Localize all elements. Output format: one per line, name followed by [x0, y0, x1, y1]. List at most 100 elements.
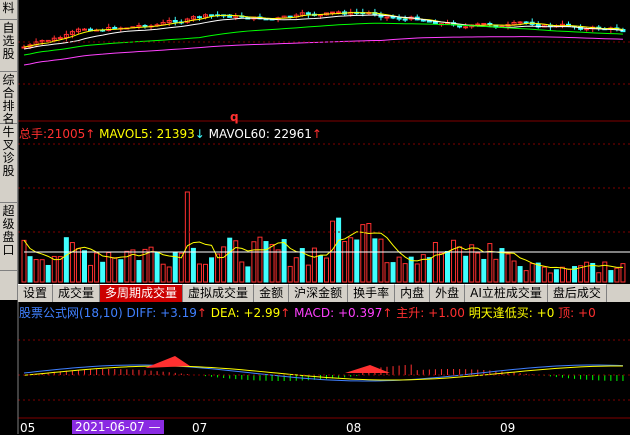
tab-8[interactable]: 外盘: [430, 284, 466, 302]
volume-bar: [324, 257, 329, 283]
tab-6[interactable]: 换手率: [348, 284, 396, 302]
price-candles: [21, 8, 626, 66]
candle-body: [463, 26, 469, 29]
volume-bar: [481, 258, 487, 283]
macd-highlight: [345, 365, 390, 373]
x-axis-label: 07: [192, 421, 208, 435]
dea-value: +2.99: [243, 306, 281, 320]
dea-arrow: ↑: [280, 306, 291, 320]
x-axis-label: 09: [500, 421, 516, 435]
volume-bar: [227, 237, 233, 283]
volume-bar: [378, 238, 384, 283]
volume-bar: [620, 263, 626, 283]
volume-bar: [75, 248, 81, 283]
volume-bar: [590, 262, 596, 283]
tab-0[interactable]: 设置: [18, 284, 54, 302]
candle-body: [475, 23, 481, 26]
volume-bar: [511, 260, 517, 283]
candle-body: [384, 16, 390, 19]
mavol5-value: 21393: [156, 127, 195, 141]
volume-bar: [251, 241, 257, 283]
volume-bar: [239, 261, 245, 283]
volume-bar: [475, 252, 481, 283]
cursor-date-label: 2021-06-07 —: [72, 420, 164, 434]
volume-bar: [432, 241, 438, 283]
volume-bar: [209, 257, 215, 283]
volume-bar: [451, 239, 457, 283]
volume-bar: [566, 268, 571, 283]
tab-9[interactable]: AI立桩成交量: [465, 284, 548, 302]
candle-body: [336, 11, 342, 14]
volume-bar: [45, 264, 51, 283]
volume-bar: [33, 259, 39, 283]
candle-body: [305, 12, 311, 15]
volume-bar: [293, 257, 299, 283]
macd-value: +0.397: [337, 306, 383, 320]
candle-body: [523, 21, 529, 24]
volume-bar: [559, 266, 565, 283]
volume-bar: [596, 272, 602, 283]
volume-bar: [420, 254, 426, 283]
volume-bar: [384, 262, 390, 283]
volume-bar: [390, 262, 396, 283]
volume-bar: [608, 270, 614, 283]
volume-bar: [463, 255, 469, 283]
tab-5[interactable]: 沪深金额: [289, 284, 349, 302]
macd-arrow: ↑: [382, 306, 393, 320]
volume-bar: [88, 264, 94, 283]
volume-bar: [281, 239, 287, 283]
total-value: 21005: [47, 127, 86, 141]
tab-10[interactable]: 盘后成交: [547, 284, 607, 302]
macd-highlight: [145, 356, 190, 368]
candle-body: [209, 14, 215, 17]
chart-area[interactable]: [0, 0, 630, 434]
candle-body: [481, 22, 487, 25]
volume-bar: [27, 256, 33, 283]
indicator-header: 股票公式网(18,10) DIFF: +3.19↑ DEA: +2.99↑ MA…: [19, 304, 596, 321]
tab-1[interactable]: 成交量: [53, 284, 101, 302]
volume-bar: [311, 247, 317, 283]
volume-bar: [426, 257, 432, 283]
candle-body: [196, 16, 202, 19]
tab-7[interactable]: 内盘: [395, 284, 431, 302]
tab-2[interactable]: 多周期成交量: [100, 284, 184, 302]
volume-bar: [541, 266, 547, 283]
zs-value: +1.00: [428, 306, 465, 320]
volume-bar: [118, 259, 124, 283]
volume-bar: [336, 217, 342, 283]
volume-bar: [487, 243, 493, 283]
ma-line: [23, 36, 623, 66]
volume-bar: [184, 191, 190, 283]
volume-bar: [263, 241, 269, 283]
volume-bar: [160, 263, 166, 283]
volume-bar: [94, 252, 100, 283]
side-tab-2[interactable]: 综合排名: [0, 72, 17, 126]
volume-bar: [547, 272, 553, 283]
dea-label: DEA:: [210, 306, 240, 320]
side-tab-3[interactable]: 牛叉诊股: [0, 124, 17, 203]
volume-bar: [51, 255, 57, 283]
indicator-name[interactable]: 股票公式网(18,10): [19, 306, 123, 320]
volume-bar: [269, 243, 275, 283]
candle-body: [287, 15, 293, 18]
volume-bar: [275, 249, 281, 283]
volume-bars: [21, 191, 630, 283]
volume-bar: [517, 266, 523, 283]
tab-3[interactable]: 虚拟成交量: [183, 284, 255, 302]
volume-bar: [535, 262, 541, 283]
volume-bar: [505, 253, 511, 283]
side-tab-1[interactable]: 自选股: [0, 20, 17, 72]
volume-bar: [166, 266, 172, 283]
tab-4[interactable]: 金额: [254, 284, 290, 302]
volume-bar: [190, 247, 196, 283]
volume-bar: [354, 239, 360, 283]
volume-bar: [445, 251, 450, 283]
volume-bar: [614, 267, 620, 283]
volume-bar: [82, 250, 87, 283]
side-tab-4[interactable]: 超级盘口: [0, 203, 17, 271]
zs-label: 主升:: [396, 306, 425, 320]
side-tab-0[interactable]: 料: [0, 0, 17, 20]
volume-bar: [402, 263, 408, 283]
mavol60-label: MAVOL60:: [208, 127, 270, 141]
x-axis-label: 08: [346, 421, 362, 435]
